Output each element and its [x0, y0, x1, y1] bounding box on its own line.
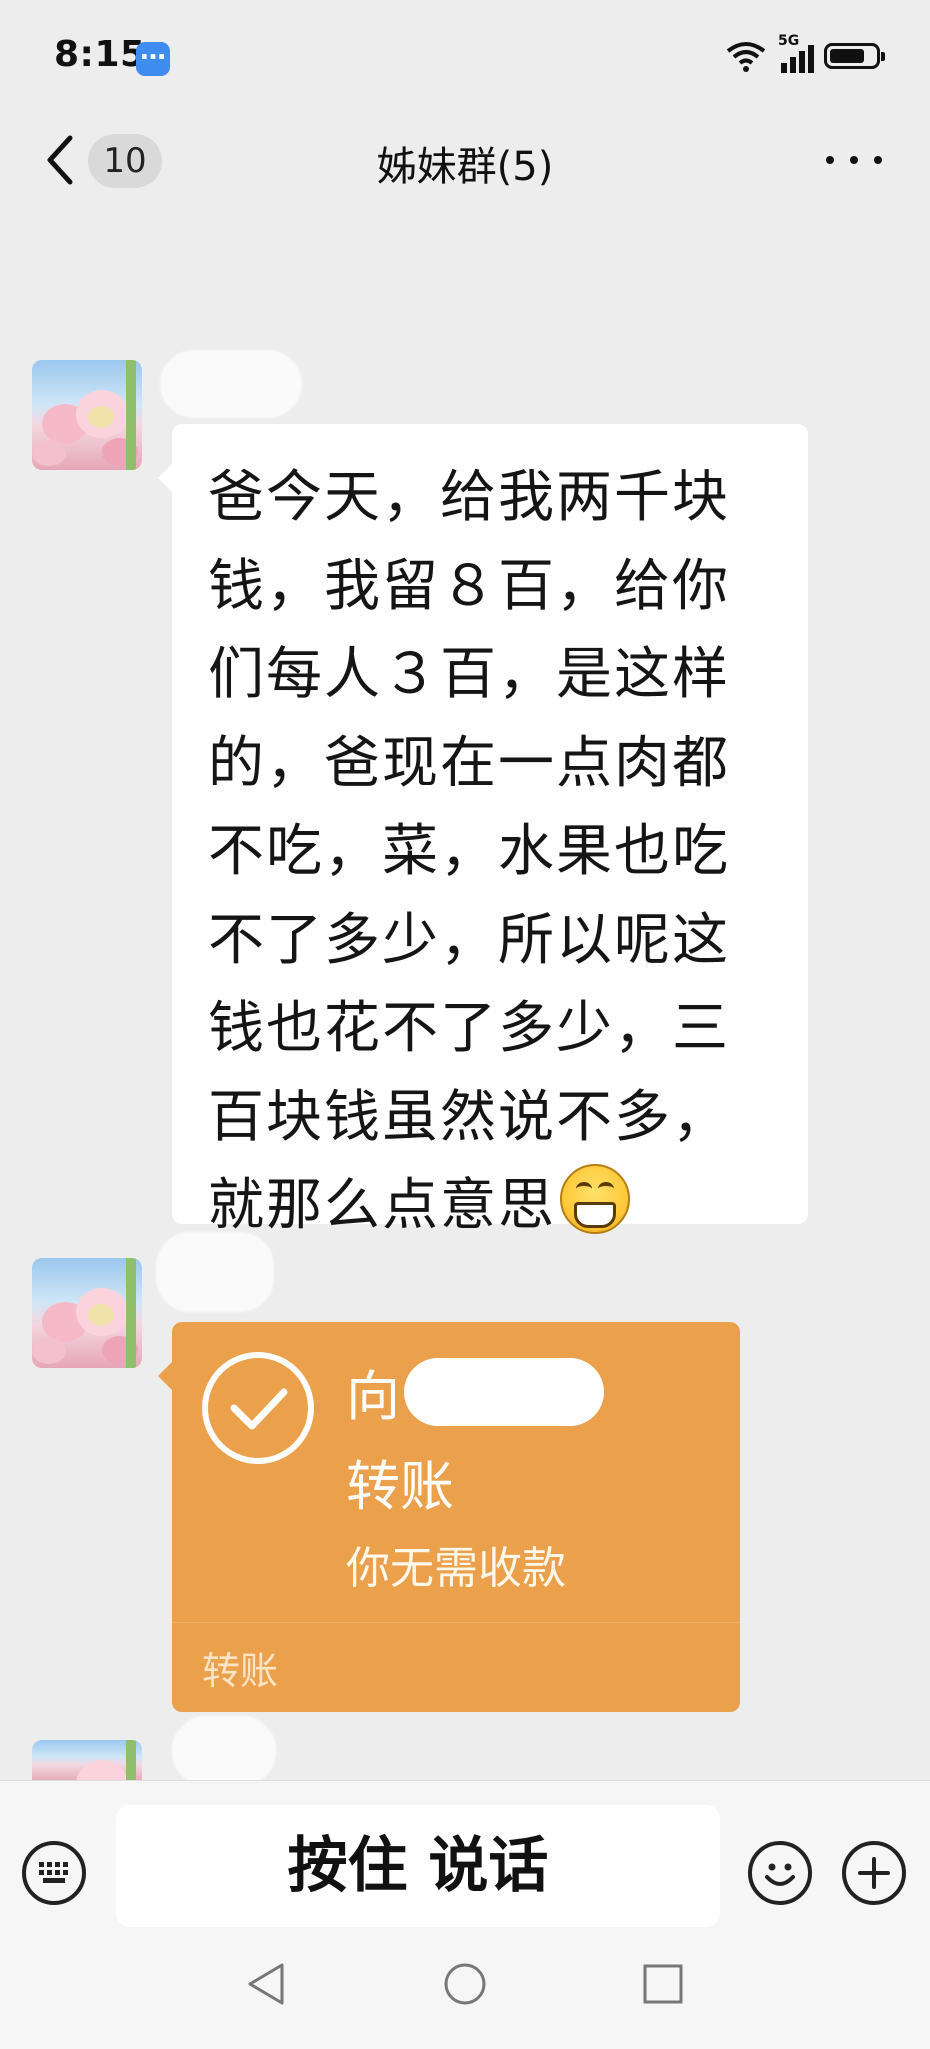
input-bar: 按住 说话	[0, 1780, 930, 2049]
message-text: 爸今天，给我两千块钱，我留８百，给你们每人３百，是这样的，爸现在一点肉都不吃，菜…	[208, 465, 730, 1238]
transfer-card[interactable]: 向 转账 你无需收款 转账	[158, 1322, 740, 1712]
transfer-title: 转账	[346, 1455, 454, 1518]
text-message-bubble[interactable]: 爸今天，给我两千块钱，我留８百，给你们每人３百，是这样的，爸现在一点肉都不吃，菜…	[158, 424, 808, 1238]
grinning-face-emoji	[560, 1164, 630, 1234]
plus-button[interactable]	[842, 1841, 906, 1905]
sender-avatar[interactable]	[32, 1258, 142, 1368]
status-time: 8:15	[54, 34, 146, 75]
smiley-icon	[765, 1863, 795, 1886]
recipient-name-redacted	[404, 1358, 604, 1426]
emoji-button[interactable]	[748, 1841, 812, 1905]
sender-avatar[interactable]	[32, 360, 142, 470]
message-notification-icon	[136, 36, 170, 76]
status-icons: 5G	[724, 33, 885, 76]
sender-name-redacted	[156, 1232, 274, 1312]
keyboard-icon[interactable]	[22, 1841, 86, 1905]
chat-title: 姊妹群(5)	[376, 144, 554, 190]
transfer-recipient-prefix: 向	[346, 1365, 400, 1428]
nav-home-icon[interactable]	[440, 1959, 490, 2009]
check-circle-icon	[202, 1352, 314, 1464]
battery-icon	[824, 43, 885, 69]
more-options-button[interactable]	[826, 150, 882, 170]
sender-name-redacted	[172, 1716, 276, 1786]
network-label: 5G	[778, 33, 800, 49]
sender-avatar[interactable]	[32, 1740, 142, 1782]
nav-recents-icon[interactable]	[638, 1959, 688, 2009]
divider	[172, 1622, 740, 1623]
5g-signal-icon: 5G	[778, 33, 814, 73]
plus-icon	[858, 1857, 890, 1889]
nav-back-icon[interactable]	[242, 1959, 292, 2009]
transfer-footer-label: 转账	[202, 1649, 279, 1693]
hold-to-talk-button[interactable]: 按住 说话	[116, 1805, 720, 1927]
sender-name-redacted	[160, 350, 302, 418]
more-dots-icon	[826, 156, 834, 164]
wifi-icon	[726, 42, 766, 72]
transfer-note: 你无需收款	[346, 1543, 566, 1594]
